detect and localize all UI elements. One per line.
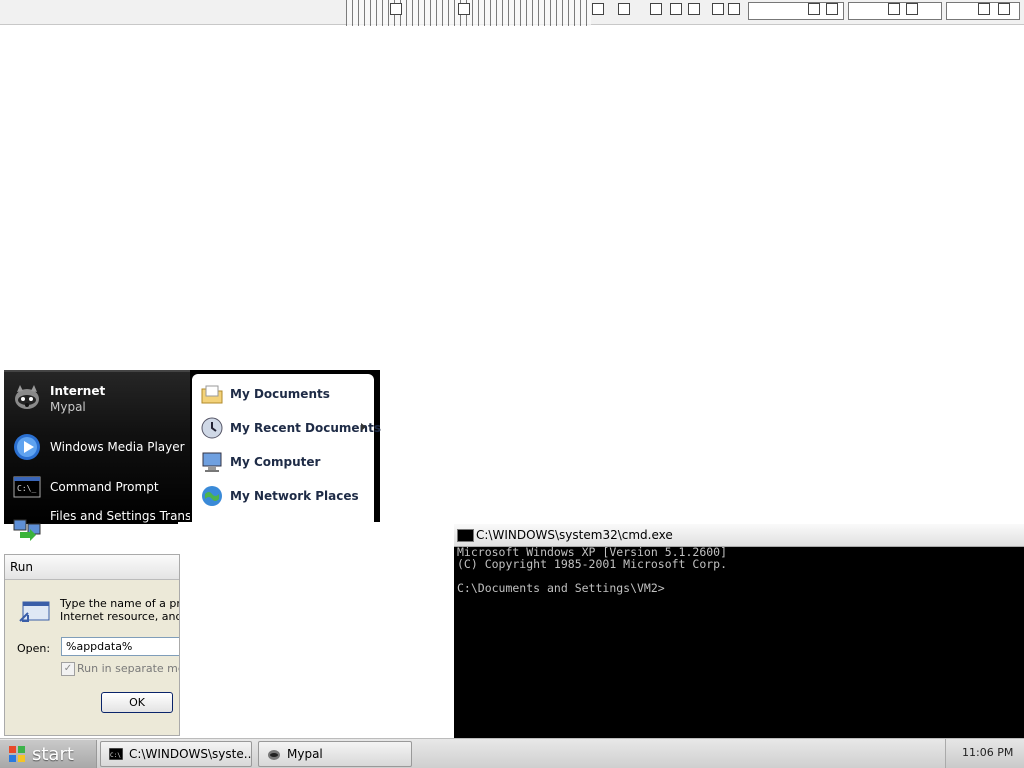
start-item-transfer-wizard[interactable]: Files and Settings Transfer Wizard <box>8 508 208 544</box>
transfer-wizard-icon <box>13 519 41 541</box>
close-icon[interactable] <box>906 3 918 15</box>
place-recent-documents[interactable]: My Recent Documents <box>200 412 381 442</box>
start-button[interactable]: start <box>0 740 97 768</box>
system-tray: 11:06 PM <box>945 739 1024 768</box>
place-label: My Computer <box>230 455 321 469</box>
maximize-icon[interactable] <box>650 3 662 15</box>
ok-button[interactable]: OK <box>101 692 173 713</box>
run-dialog-description: Type the name of a prog Internet resourc… <box>60 597 180 623</box>
restore-icon[interactable] <box>618 3 630 15</box>
place-network[interactable]: My Network Places <box>200 480 374 510</box>
checkbox-label: Run in separate memo <box>77 662 179 675</box>
place-label: My Documents <box>230 387 330 401</box>
taskbar: start C:\ C:\WINDOWS\syste... Mypal 11:0… <box>0 738 1024 768</box>
close-icon[interactable] <box>670 3 682 15</box>
raccoon-icon <box>268 750 280 760</box>
start-item-label: Command Prompt <box>50 480 159 494</box>
minimize-icon[interactable] <box>712 3 724 15</box>
start-item-label: Internet <box>50 384 106 398</box>
cmd-window[interactable]: C:\WINDOWS\system32\cmd.exe Microsoft Wi… <box>454 524 1024 738</box>
computer-icon <box>202 452 222 472</box>
taskbar-item-mypal[interactable]: Mypal <box>258 741 412 767</box>
network-icon <box>202 486 222 506</box>
console-line: (C) Copyright 1985-2001 Microsoft Corp. <box>457 557 728 571</box>
close-icon[interactable] <box>688 3 700 15</box>
start-label: start <box>32 744 74 765</box>
start-menu: Internet Mypal Windows Media Player C:\_… <box>4 370 381 541</box>
console-output: Microsoft Windows XP [Version 5.1.2600](… <box>457 546 727 594</box>
minimize-icon[interactable] <box>888 3 900 15</box>
cmd-title: C:\WINDOWS\system32\cmd.exe <box>476 528 673 542</box>
cmd-icon: C:\ <box>109 748 123 760</box>
run-dialog-titlebar[interactable]: Run <box>5 555 179 580</box>
start-item-media-player[interactable]: Windows Media Player <box>8 428 190 464</box>
close-icon[interactable] <box>826 3 838 15</box>
run-dialog-title: Run <box>10 560 34 574</box>
minimize-icon[interactable] <box>458 3 470 15</box>
open-input[interactable]: %appdata% <box>61 637 179 656</box>
close-icon[interactable] <box>728 3 740 15</box>
window-titlebar-artifacts <box>0 0 1024 26</box>
svg-text:C:\: C:\ <box>110 752 121 759</box>
description-line: Type the name of a prog <box>60 597 180 610</box>
start-item-label: Files and Settings Transfer <box>50 509 208 523</box>
start-item-internet[interactable]: Internet Mypal <box>8 378 190 414</box>
close-icon[interactable] <box>998 3 1010 15</box>
place-my-computer[interactable]: My Computer <box>200 446 374 476</box>
start-menu-places: My Documents My Recent Documents My Comp… <box>190 370 381 522</box>
submenu-arrow-icon <box>361 423 366 431</box>
close-icon[interactable] <box>390 3 402 15</box>
taskbar-item-label: C:\WINDOWS\syste... <box>129 747 252 761</box>
windows-logo-icon <box>9 746 25 762</box>
recent-docs-icon <box>201 417 223 439</box>
places-panel: My Documents My Recent Documents My Comp… <box>192 374 381 522</box>
place-my-documents[interactable]: My Documents <box>200 378 374 408</box>
place-label: My Recent Documents <box>230 421 381 435</box>
media-player-icon <box>14 434 40 460</box>
taskbar-item-cmd[interactable]: C:\ C:\WINDOWS\syste... <box>100 741 252 767</box>
raccoon-icon <box>15 385 39 409</box>
folder-icon <box>201 385 223 404</box>
separate-memory-checkbox[interactable]: ✓ <box>61 662 75 676</box>
blank-window <box>178 522 454 736</box>
start-menu-pinned-list: Internet Mypal Windows Media Player C:\_… <box>4 370 208 541</box>
minimize-icon[interactable] <box>592 3 604 15</box>
start-item-label: Windows Media Player <box>50 440 185 454</box>
place-label: My Network Places <box>230 489 359 503</box>
cmd-titlebar[interactable]: C:\WINDOWS\system32\cmd.exe <box>454 524 1024 547</box>
minimize-icon[interactable] <box>978 3 990 15</box>
run-icon <box>19 601 50 622</box>
cmd-icon: C:\_ <box>13 476 41 498</box>
description-line: Internet resource, and W <box>60 610 179 623</box>
start-item-sublabel: Mypal <box>50 400 86 414</box>
open-label: Open: <box>17 642 51 655</box>
svg-text:C:\_: C:\_ <box>17 484 36 493</box>
minimize-icon[interactable] <box>808 3 820 15</box>
start-item-command-prompt[interactable]: C:\_ Command Prompt <box>8 468 190 504</box>
cmd-icon <box>457 529 474 542</box>
console-prompt: C:\Documents and Settings\VM2> <box>457 581 665 595</box>
start-item-label-line2: Wizard <box>50 524 91 538</box>
clock[interactable]: 11:06 PM <box>962 746 1013 759</box>
run-dialog: Run Type the name of a prog Internet res… <box>4 554 180 736</box>
taskbar-item-label: Mypal <box>287 747 323 761</box>
